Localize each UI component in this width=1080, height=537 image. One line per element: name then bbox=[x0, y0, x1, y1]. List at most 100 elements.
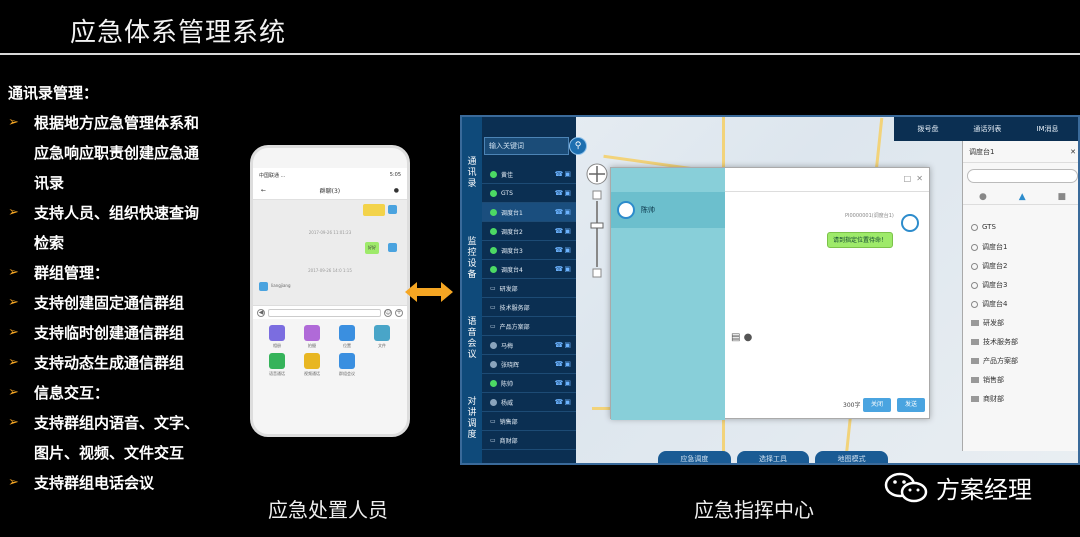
contact-row[interactable]: ▭ 技术服务部 bbox=[482, 298, 576, 317]
group-members-icon[interactable]: ● bbox=[394, 187, 399, 194]
person-icon bbox=[490, 227, 497, 235]
app-label: 拍摄 bbox=[308, 343, 316, 348]
app-shortcut[interactable]: 语音通话 bbox=[261, 353, 293, 377]
message-input[interactable] bbox=[268, 308, 381, 317]
app-shortcut[interactable]: 视频通话 bbox=[296, 353, 328, 377]
sidebar-tab[interactable]: 语音会议 bbox=[464, 317, 480, 361]
back-icon[interactable]: ← bbox=[261, 187, 266, 194]
member-item[interactable]: 技术服务部 bbox=[971, 337, 1018, 347]
member-item[interactable]: 调度台4 bbox=[971, 299, 1007, 309]
voice-icon[interactable]: ◀ bbox=[257, 308, 265, 317]
member-item[interactable]: GTS bbox=[971, 223, 996, 231]
microphone-icon[interactable]: ● bbox=[744, 332, 753, 343]
close-button[interactable]: 关闭 bbox=[863, 398, 891, 412]
sidebar-tab[interactable]: 对讲调度 bbox=[464, 397, 480, 441]
bullet-line: ➢ 支持创建固定通信群组 bbox=[8, 288, 248, 318]
sender-avatar bbox=[259, 282, 268, 291]
member-name: 技术服务部 bbox=[983, 338, 1018, 346]
member-item[interactable]: 产品方案部 bbox=[971, 356, 1018, 366]
app-shortcut[interactable]: 群组会议 bbox=[331, 353, 363, 377]
bullet-line: ➢ 支持人员、组织快速查询 bbox=[8, 198, 248, 228]
call-video-icon[interactable]: ☎▣ bbox=[555, 170, 572, 178]
clock-label: 5:05 bbox=[389, 172, 401, 178]
plus-icon[interactable]: + bbox=[395, 308, 403, 317]
app-label: 相册 bbox=[273, 343, 281, 348]
group-tab-icon[interactable]: ■ bbox=[1058, 192, 1067, 202]
member-search-input[interactable] bbox=[967, 169, 1078, 183]
contact-row[interactable]: 黄佳 ☎▣ bbox=[482, 165, 576, 184]
conversation-item[interactable]: 陈帅 bbox=[611, 192, 725, 228]
sidebar-tab[interactable]: 监控设备 bbox=[464, 237, 480, 281]
contact-row[interactable]: 张晓辉 ☎▣ bbox=[482, 355, 576, 374]
contact-row[interactable]: 调度台3 ☎▣ bbox=[482, 241, 576, 260]
close-icon[interactable]: ✕ bbox=[916, 174, 923, 183]
bullet-arrow-icon: ➢ bbox=[8, 325, 19, 340]
contact-row[interactable]: 调度台2 ☎▣ bbox=[482, 222, 576, 241]
app-shortcut[interactable]: 位置 bbox=[331, 325, 363, 349]
member-name: 调度台3 bbox=[982, 281, 1008, 289]
chat-tab-icon[interactable]: ● bbox=[979, 192, 987, 202]
watermark: 方案经理 bbox=[884, 470, 1032, 505]
bottom-tab[interactable]: 应急调度 bbox=[658, 451, 731, 463]
call-video-icon[interactable]: ☎▣ bbox=[555, 265, 572, 273]
member-item[interactable]: 销售部 bbox=[971, 375, 1004, 385]
close-icon[interactable]: ✕ bbox=[1070, 148, 1076, 156]
contact-row[interactable]: GTS ☎▣ bbox=[482, 184, 576, 203]
member-item[interactable]: 调度台1 bbox=[971, 242, 1007, 252]
folder-icon: ▭ bbox=[490, 284, 496, 292]
contact-row[interactable]: 杨威 ☎▣ bbox=[482, 393, 576, 412]
app-shortcut[interactable]: 拍摄 bbox=[296, 325, 328, 349]
call-video-icon[interactable]: ☎▣ bbox=[555, 208, 572, 216]
sidebar-tab[interactable]: 通讯录 bbox=[464, 157, 480, 190]
call-video-icon[interactable]: ☎▣ bbox=[555, 379, 572, 387]
call-video-icon[interactable]: ☎▣ bbox=[555, 227, 572, 235]
member-item[interactable]: 调度台2 bbox=[971, 261, 1007, 271]
top-action[interactable]: IM消息 bbox=[1036, 124, 1058, 134]
contact-name: 调度台3 bbox=[501, 247, 523, 255]
bullet-arrow-icon: ➢ bbox=[8, 385, 19, 400]
member-item[interactable]: 商财部 bbox=[971, 394, 1004, 404]
char-count: 300字 bbox=[843, 402, 861, 409]
contact-row[interactable]: ▭ 销售部 bbox=[482, 412, 576, 431]
contact-search-input[interactable]: 输入关键词 bbox=[484, 137, 569, 155]
bullet-arrow-icon: ➢ bbox=[8, 115, 19, 130]
person-icon bbox=[971, 281, 978, 289]
call-video-icon[interactable]: ☎▣ bbox=[555, 398, 572, 406]
person-icon bbox=[971, 223, 978, 231]
contact-row[interactable]: ▭ 研发部 bbox=[482, 279, 576, 298]
contact-row[interactable]: ▭ 商财部 bbox=[482, 431, 576, 450]
bullet-text: 支持临时创建通信群组 bbox=[34, 324, 185, 342]
message-input[interactable] bbox=[725, 344, 929, 398]
app-label: 视频通话 bbox=[304, 371, 320, 376]
contact-row[interactable]: 调度台1 ☎▣ bbox=[482, 203, 576, 222]
app-shortcut[interactable]: 相册 bbox=[261, 325, 293, 349]
app-shortcut[interactable]: 文件 bbox=[366, 325, 398, 349]
search-icon[interactable]: ⚲ bbox=[569, 137, 587, 155]
top-action[interactable]: 拨号盘 bbox=[917, 124, 938, 134]
folder-icon[interactable]: ▤ bbox=[731, 332, 740, 343]
member-item[interactable]: 调度台3 bbox=[971, 280, 1007, 290]
bottom-tab[interactable]: 地图模式 bbox=[815, 451, 889, 463]
bullet-line: ➢ 根据地方应急管理体系和 bbox=[8, 108, 248, 138]
contact-row[interactable]: 马梅 ☎▣ bbox=[482, 336, 576, 355]
contact-row[interactable]: ▭ 产品方案部 bbox=[482, 317, 576, 336]
minimize-icon[interactable]: □ bbox=[904, 174, 912, 183]
call-video-icon[interactable]: ☎▣ bbox=[555, 246, 572, 254]
map-zoom-control[interactable] bbox=[586, 163, 608, 283]
member-item[interactable]: 研发部 bbox=[971, 318, 1004, 328]
bottom-tab[interactable]: 选择工具 bbox=[736, 451, 810, 463]
contact-row[interactable]: 陈帅 ☎▣ bbox=[482, 374, 576, 393]
bullet-text: 群组管理： bbox=[34, 264, 110, 282]
top-action[interactable]: 通话列表 bbox=[973, 124, 1001, 134]
emoji-icon[interactable]: ☺ bbox=[384, 308, 392, 317]
person-tab-icon[interactable]: ▲ bbox=[1019, 192, 1026, 202]
call-video-icon[interactable]: ☎▣ bbox=[555, 341, 572, 349]
call-video-icon[interactable]: ☎▣ bbox=[555, 189, 572, 197]
contact-row[interactable]: 调度台4 ☎▣ bbox=[482, 260, 576, 279]
person-icon bbox=[490, 360, 497, 368]
chat-timestamp: 2017-09-26 14:0 1:15 bbox=[308, 268, 352, 273]
send-button[interactable]: 发送 bbox=[897, 398, 925, 412]
title-divider bbox=[0, 53, 1080, 55]
person-icon bbox=[490, 398, 497, 406]
call-video-icon[interactable]: ☎▣ bbox=[555, 360, 572, 368]
